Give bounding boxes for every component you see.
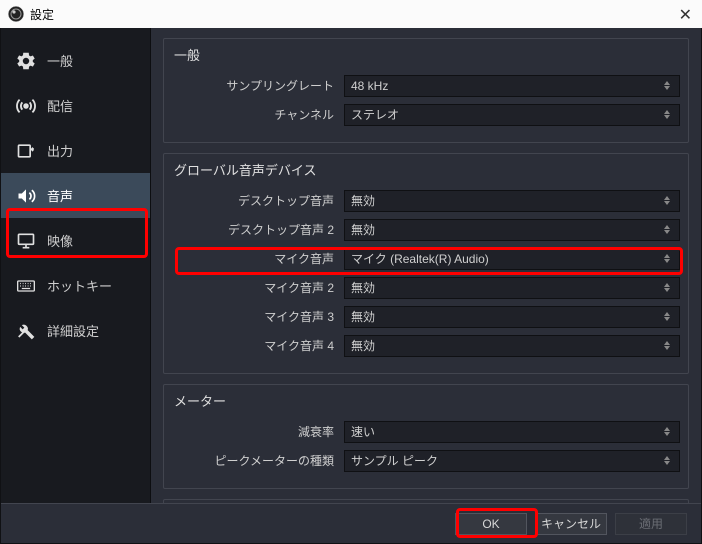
sidebar-item-audio[interactable]: 音声 [1, 173, 150, 218]
select-value: 無効 [351, 279, 375, 296]
select-value: 48 kHz [351, 79, 388, 93]
group-global-audio-devices: グローバル音声デバイス デスクトップ音声 無効 デスクトップ音声 2 無効 マイ… [163, 153, 689, 374]
select-value: 無効 [351, 192, 375, 209]
apply-button[interactable]: 適用 [615, 513, 687, 535]
select-value: 速い [351, 423, 375, 440]
group-title-general: 一般 [172, 45, 680, 64]
gear-icon [15, 51, 37, 71]
label-peak-type: ピークメーターの種類 [172, 452, 344, 469]
select-mic-audio-3[interactable]: 無効 [344, 306, 680, 328]
tools-icon [15, 321, 37, 341]
select-value: サンプル ピーク [351, 452, 438, 469]
spinner-icon [661, 225, 673, 234]
sidebar-item-advanced[interactable]: 詳細設定 [1, 308, 150, 353]
select-value: 無効 [351, 337, 375, 354]
spinner-icon [661, 456, 673, 465]
sidebar-item-label: 出力 [47, 141, 73, 160]
sidebar: 一般 配信 出力 音声 映像 [1, 28, 151, 503]
spinner-icon [661, 312, 673, 321]
select-mic-audio-1[interactable]: マイク (Realtek(R) Audio) [344, 248, 680, 270]
sidebar-item-output[interactable]: 出力 [1, 128, 150, 173]
sidebar-item-stream[interactable]: 配信 [1, 83, 150, 128]
sidebar-item-label: ホットキー [47, 276, 112, 295]
ok-button[interactable]: OK [455, 513, 527, 535]
group-general: 一般 サンプリングレート 48 kHz チャンネル ステレオ [163, 38, 689, 143]
monitor-icon [15, 231, 37, 251]
field-channel: チャンネル ステレオ [172, 101, 680, 128]
spinner-icon [661, 283, 673, 292]
select-decay[interactable]: 速い [344, 421, 680, 443]
label-mic-audio-4: マイク音声 4 [172, 337, 344, 354]
select-mic-audio-2[interactable]: 無効 [344, 277, 680, 299]
broadcast-icon [15, 96, 37, 116]
spinner-icon [661, 341, 673, 350]
select-desktop-audio-1[interactable]: 無効 [344, 190, 680, 212]
titlebar: 設定 ✕ [0, 0, 702, 28]
spinner-icon [661, 196, 673, 205]
select-peak-type[interactable]: サンプル ピーク [344, 450, 680, 472]
speaker-icon [15, 186, 37, 206]
spinner-icon [661, 427, 673, 436]
cancel-button[interactable]: キャンセル [535, 513, 607, 535]
sidebar-item-label: 一般 [47, 51, 73, 70]
select-sample-rate[interactable]: 48 kHz [344, 75, 680, 97]
spinner-icon [661, 254, 673, 263]
footer: OK キャンセル 適用 [1, 503, 701, 543]
field-sample-rate: サンプリングレート 48 kHz [172, 72, 680, 99]
group-meter: メーター 減衰率 速い ピークメーターの種類 サンプル ピーク [163, 384, 689, 489]
label-desktop-audio-2: デスクトップ音声 2 [172, 221, 344, 238]
label-desktop-audio-1: デスクトップ音声 [172, 192, 344, 209]
sidebar-item-general[interactable]: 一般 [1, 38, 150, 83]
field-mic-audio-1: マイク音声 マイク (Realtek(R) Audio) [172, 245, 680, 272]
select-channel[interactable]: ステレオ [344, 104, 680, 126]
sidebar-item-label: 詳細設定 [47, 321, 99, 340]
label-mic-audio-3: マイク音声 3 [172, 308, 344, 325]
label-decay: 減衰率 [172, 423, 344, 440]
output-icon [15, 141, 37, 161]
select-desktop-audio-2[interactable]: 無効 [344, 219, 680, 241]
sidebar-item-label: 配信 [47, 96, 73, 115]
sidebar-item-label: 映像 [47, 231, 73, 250]
spinner-icon [661, 81, 673, 90]
field-mic-audio-3: マイク音声 3 無効 [172, 303, 680, 330]
label-mic-audio-2: マイク音声 2 [172, 279, 344, 296]
group-title-meter: メーター [172, 391, 680, 410]
field-peak-type: ピークメーターの種類 サンプル ピーク [172, 447, 680, 474]
sidebar-item-hotkeys[interactable]: ホットキー [1, 263, 150, 308]
select-mic-audio-4[interactable]: 無効 [344, 335, 680, 357]
field-desktop-audio-2: デスクトップ音声 2 無効 [172, 216, 680, 243]
main-area: 一般 配信 出力 音声 映像 [1, 28, 701, 503]
select-value: 無効 [351, 221, 375, 238]
group-title-devices: グローバル音声デバイス [172, 160, 680, 179]
keyboard-icon [15, 276, 37, 296]
field-decay: 減衰率 速い [172, 418, 680, 445]
label-sample-rate: サンプリングレート [172, 77, 344, 94]
select-value: 無効 [351, 308, 375, 325]
window-title: 設定 [30, 6, 54, 23]
spinner-icon [661, 110, 673, 119]
obs-logo-icon [8, 6, 24, 22]
close-button[interactable]: ✕ [679, 5, 692, 25]
label-channel: チャンネル [172, 106, 344, 123]
sidebar-item-label: 音声 [47, 186, 73, 205]
select-value: ステレオ [351, 106, 399, 123]
content-panel: 一般 サンプリングレート 48 kHz チャンネル ステレオ グローバル音声デバ… [151, 28, 701, 503]
select-value: マイク (Realtek(R) Audio) [351, 250, 489, 267]
field-desktop-audio-1: デスクトップ音声 無効 [172, 187, 680, 214]
label-mic-audio-1: マイク音声 [172, 250, 344, 267]
field-mic-audio-4: マイク音声 4 無効 [172, 332, 680, 359]
field-mic-audio-2: マイク音声 2 無効 [172, 274, 680, 301]
window-body: 一般 配信 出力 音声 映像 [0, 28, 702, 544]
sidebar-item-video[interactable]: 映像 [1, 218, 150, 263]
